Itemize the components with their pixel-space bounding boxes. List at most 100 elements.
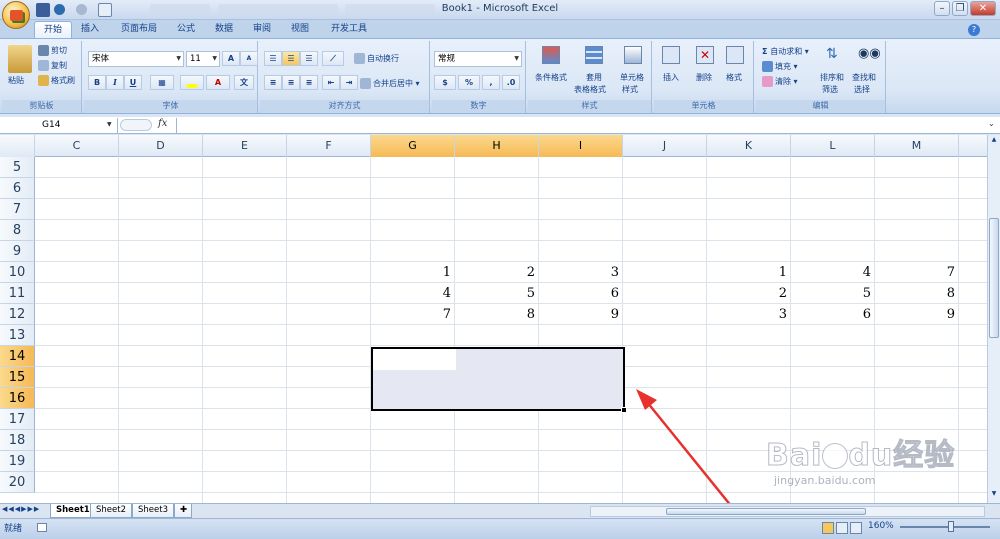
restore-button[interactable]: ❐ [952,1,968,16]
zoom-slider[interactable] [900,526,990,528]
group-label: 数字 [432,100,525,112]
insert-sheet-icon[interactable]: ✚ [174,504,192,518]
tab-insert[interactable]: 插入 [72,21,108,39]
italic-button[interactable]: I [106,75,124,90]
align-middle-button[interactable]: ☰ [282,51,300,66]
bold-button[interactable]: B [88,75,106,90]
copy-button[interactable]: 复制 [38,60,67,71]
sort-filter-button[interactable]: 排序和 [820,72,844,83]
wrap-text-button[interactable]: 自动换行 [354,53,399,64]
find-select-button[interactable]: 查找和 [852,72,876,83]
sheet-nav-icon[interactable]: ◀◀◀▶▶▶ [2,505,40,513]
scroll-up-icon[interactable]: ▲ [989,136,999,146]
vertical-scrollbar[interactable]: ▲ ▼ [987,135,1000,503]
watermark-brand: Bai [765,438,823,474]
align-bottom-button[interactable]: ☰ [300,51,318,66]
page-layout-view-icon[interactable] [836,522,848,534]
name-box-dropdown-icon[interactable]: ▼ [107,121,112,128]
number-format-select[interactable]: 常规 ▼ [434,51,522,67]
merge-center-button[interactable]: 合并后居中 ▾ [360,78,420,89]
sheet-tab-3[interactable]: Sheet3 [132,504,174,518]
shrink-font-button[interactable]: A [240,51,258,66]
phonetic-icon: 文 [240,78,248,87]
format-as-table-button[interactable]: 套用 [586,72,602,83]
border-icon: ▦ [158,78,166,87]
normal-view-icon[interactable] [822,522,834,534]
sigma-icon: Σ [762,47,771,56]
expand-formula-bar-icon[interactable]: ⌄ [988,119,995,128]
office-button[interactable] [2,1,30,29]
fill-color-button[interactable] [180,75,204,90]
align-bottom-icon: ☰ [305,54,313,63]
copy-label: 复制 [51,61,67,70]
autosum-button[interactable]: Σ 自动求和 ▾ [762,46,809,57]
format-as-table-icon [585,46,603,64]
minimize-button[interactable]: – [934,1,950,16]
insert-function-button[interactable]: fx [158,118,174,132]
status-ready-label: 就绪 [4,524,23,534]
align-middle-icon: ☰ [287,54,295,63]
tab-page-layout[interactable]: 页面布局 [112,21,166,39]
watermark-brand2: du [848,438,894,474]
percent-button[interactable]: % [458,75,480,90]
help-icon[interactable]: ? [968,24,980,36]
scroll-down-icon[interactable]: ▼ [989,490,999,500]
window-title: Book1 - Microsoft Excel [441,3,559,14]
sheet-tab-1[interactable]: Sheet1 [50,504,96,518]
paste-button[interactable]: 粘贴 [8,75,24,86]
phonetic-button[interactable]: 文 [234,75,254,90]
align-center-button[interactable]: ≡ [282,75,300,90]
align-right-button[interactable]: ≡ [300,75,318,90]
align-top-button[interactable]: ☰ [264,51,282,66]
comma-button[interactable]: , [482,75,500,90]
font-color-button[interactable]: A [206,75,230,90]
horizontal-scrollbar[interactable] [590,506,985,517]
format-cells-icon [726,46,744,64]
formula-expand-icon[interactable] [120,119,152,131]
close-button[interactable]: ✕ [970,1,996,16]
paste-icon[interactable] [8,45,32,73]
fill-down-icon [762,61,773,72]
fill-button[interactable]: 填充 ▾ [762,61,798,72]
macro-record-icon[interactable] [36,523,47,532]
underline-button[interactable]: U [124,75,142,90]
tab-data[interactable]: 数据 [206,21,242,39]
scroll-thumb[interactable] [989,218,999,338]
increase-indent-button[interactable]: ⇥ [340,75,358,90]
page-break-view-icon[interactable] [850,522,862,534]
formula-input[interactable] [176,118,986,133]
grow-font-button[interactable]: A [222,51,240,66]
insert-cells-button[interactable]: 插入 [663,72,679,83]
decimal-button[interactable]: .0 [502,75,520,90]
horizontal-scroll-thumb[interactable] [666,508,866,515]
delete-cells-button[interactable]: 删除 [696,72,712,83]
cell-styles-button[interactable]: 单元格 [620,72,644,83]
decrease-indent-button[interactable]: ⇤ [322,75,340,90]
tab-formulas[interactable]: 公式 [168,21,204,39]
group-label: 剪贴板 [2,100,81,112]
name-box[interactable]: G14 [0,118,118,133]
zoom-knob[interactable] [948,521,954,532]
currency-button[interactable]: $ [434,75,456,90]
align-left-button[interactable]: ≡ [264,75,282,90]
format-painter-button[interactable]: 格式刷 [38,75,75,86]
office-logo-icon [10,10,23,21]
clear-button[interactable]: 清除 ▾ [762,76,798,87]
border-button[interactable]: ▦ [150,75,174,90]
conditional-format-button[interactable]: 条件格式 [535,72,567,83]
format-cells-button[interactable]: 格式 [726,72,742,83]
sheet-tab-2[interactable]: Sheet2 [90,504,132,518]
cut-button[interactable]: 剪切 [38,45,67,56]
sort-filter-label: 筛选 [822,85,838,94]
title-bar: Book1 - Microsoft Excel – ❐ ✕ [0,0,1000,20]
tab-developer[interactable]: 开发工具 [322,21,376,39]
tab-view[interactable]: 视图 [282,21,318,39]
orientation-button[interactable]: ⟋ [322,51,344,66]
zoom-level[interactable]: 160% [868,521,894,531]
font-name-select[interactable]: 宋体 ▼ [88,51,184,67]
tab-review[interactable]: 审阅 [244,21,280,39]
font-name-value: 宋体 [92,54,110,64]
font-size-select[interactable]: 11 ▼ [186,51,220,67]
tab-home[interactable]: 开始 [34,21,73,39]
formula-bar: G14 ▼ fx ⌄ [0,117,1000,134]
